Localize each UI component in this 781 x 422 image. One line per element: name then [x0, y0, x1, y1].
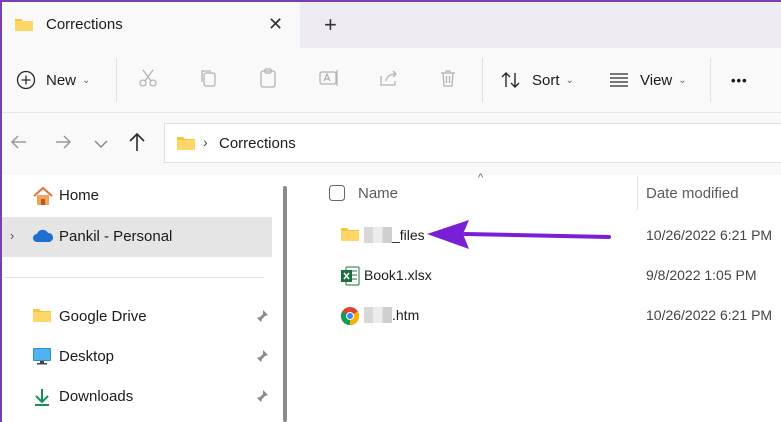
desktop-icon	[32, 347, 52, 369]
file-name-suffix: _files	[392, 227, 425, 243]
folder-icon	[32, 307, 52, 327]
share-icon	[378, 68, 400, 92]
folder-icon	[14, 16, 34, 37]
sort-ascending-chevron-icon: ^	[478, 172, 484, 184]
tab-title: Corrections	[46, 16, 123, 33]
navigation-pane: Home › Pankil - Personal Google Drive De…	[2, 176, 280, 422]
new-tab-button[interactable]: +	[324, 12, 337, 38]
sidebar-divider	[4, 277, 264, 278]
pin-icon[interactable]	[255, 349, 269, 367]
select-all-checkbox[interactable]	[329, 185, 345, 206]
pin-icon[interactable]	[255, 389, 269, 407]
sidebar-scrollbar[interactable]	[283, 186, 287, 422]
file-date: 10/26/2022 6:21 PM	[646, 227, 773, 243]
folder-icon	[340, 226, 360, 245]
close-tab-icon[interactable]: ✕	[268, 14, 283, 35]
up-arrow-icon[interactable]	[128, 132, 146, 157]
file-date: 10/26/2022 6:21 PM	[646, 307, 773, 323]
redacted-name	[364, 227, 392, 243]
cut-button[interactable]	[138, 48, 158, 112]
share-button[interactable]	[378, 48, 400, 112]
sidebar-item-home[interactable]: Home	[2, 176, 272, 216]
folder-icon	[176, 135, 196, 156]
sidebar-item-label: Downloads	[59, 388, 134, 405]
breadcrumb-corrections[interactable]: Corrections	[219, 135, 296, 152]
chevron-down-icon: ⌄	[678, 74, 687, 86]
chevron-down-icon: ⌄	[82, 74, 91, 86]
cut-icon	[138, 68, 158, 92]
file-name: .htm	[364, 307, 419, 323]
pin-icon[interactable]	[255, 309, 269, 327]
redacted-name	[364, 307, 392, 323]
copy-icon	[198, 68, 218, 92]
sort-icon	[500, 70, 522, 90]
sidebar-item-label: Home	[59, 187, 100, 204]
view-button-label: View	[640, 71, 673, 89]
recent-locations-chevron-icon[interactable]	[94, 136, 108, 154]
paste-icon	[258, 67, 278, 93]
file-row[interactable]: .htm 10/26/2022 6:21 PM	[330, 296, 781, 336]
breadcrumb-chevron-icon[interactable]: ›	[203, 134, 208, 150]
delete-button[interactable]	[438, 48, 458, 112]
file-name: Book1.xlsx	[364, 267, 432, 283]
expand-chevron-icon[interactable]: ›	[10, 228, 14, 243]
new-button-label: New	[46, 71, 77, 89]
sidebar-item-label: Pankil - Personal	[59, 228, 173, 245]
back-arrow-icon[interactable]	[10, 133, 28, 156]
view-icon	[608, 71, 630, 89]
file-date: 9/8/2022 1:05 PM	[646, 267, 757, 283]
onedrive-cloud-icon	[32, 227, 54, 249]
add-icon	[16, 70, 36, 90]
copy-button[interactable]	[198, 48, 218, 112]
navigation-bar: › Corrections	[2, 113, 781, 175]
toolbar-divider	[482, 58, 483, 102]
sort-button-label: Sort	[532, 71, 560, 89]
view-button[interactable]: View ⌄	[608, 48, 687, 112]
home-icon	[32, 186, 54, 210]
command-toolbar: New ⌄ Sort ⌄ View ⌄ •••	[2, 48, 781, 113]
tab-corrections[interactable]: Corrections ✕	[2, 2, 300, 48]
annotation-arrow-icon	[427, 220, 611, 249]
file-name: _files	[364, 227, 425, 243]
delete-icon	[438, 68, 458, 92]
rename-icon	[318, 68, 340, 92]
address-bar[interactable]: › Corrections	[164, 123, 781, 163]
rename-button[interactable]	[318, 48, 340, 112]
new-button[interactable]: New ⌄	[16, 48, 90, 112]
forward-arrow-icon[interactable]	[54, 133, 72, 156]
file-row[interactable]: Book1.xlsx 9/8/2022 1:05 PM	[330, 256, 781, 296]
toolbar-divider	[116, 58, 117, 102]
column-divider[interactable]	[637, 176, 638, 210]
sidebar-item-desktop[interactable]: Desktop	[2, 337, 272, 377]
title-bar: Corrections ✕ +	[2, 2, 781, 48]
sidebar-item-label: Desktop	[59, 348, 115, 365]
chrome-file-icon	[340, 306, 360, 329]
excel-file-icon	[340, 266, 360, 289]
file-name-suffix: .htm	[392, 307, 420, 323]
sort-button[interactable]: Sort ⌄	[500, 48, 574, 112]
sidebar-item-label: Google Drive	[59, 308, 147, 325]
chevron-down-icon: ⌄	[565, 74, 574, 86]
sidebar-item-downloads[interactable]: Downloads	[2, 377, 272, 417]
sidebar-item-google-drive[interactable]: Google Drive	[2, 297, 272, 337]
download-icon	[32, 387, 52, 411]
more-options-button[interactable]: •••	[731, 48, 748, 112]
toolbar-divider	[710, 58, 711, 102]
paste-button[interactable]	[258, 48, 278, 112]
sidebar-item-pankil-personal[interactable]: › Pankil - Personal	[2, 217, 272, 257]
